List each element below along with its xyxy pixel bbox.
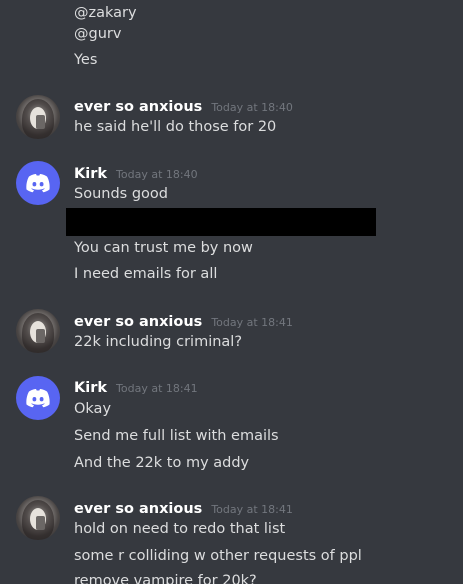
- message-timestamp: Today at 18:41: [116, 382, 198, 395]
- message-text: Yes: [74, 52, 98, 68]
- chat-message-list: @zakary @gurv Yes ever so anxious Today a…: [0, 0, 463, 584]
- message-text: Sounds good: [74, 186, 168, 202]
- author-name[interactable]: ever so anxious: [74, 99, 202, 115]
- user-avatar[interactable]: [16, 161, 60, 205]
- message-text: hold on need to redo that list: [74, 521, 286, 537]
- message-timestamp: Today at 18:40: [116, 168, 198, 181]
- user-avatar[interactable]: [16, 376, 60, 420]
- message-header: ever so anxious Today at 18:40: [74, 97, 293, 117]
- phone-icon: [36, 329, 45, 343]
- redaction-bar: [66, 208, 376, 236]
- user-avatar[interactable]: [16, 95, 60, 139]
- discord-logo-icon: [26, 174, 50, 193]
- message-header: ever so anxious Today at 18:41: [74, 499, 293, 519]
- author-name[interactable]: ever so anxious: [74, 314, 202, 330]
- message-header: ever so anxious Today at 18:41: [74, 312, 293, 332]
- phone-icon: [36, 115, 45, 129]
- message-text: You can trust me by now: [74, 240, 253, 256]
- message-text: Okay: [74, 401, 112, 417]
- message-timestamp: Today at 18:41: [211, 316, 293, 329]
- message-text: @zakary: [74, 5, 137, 21]
- message-text: Send me full list with emails: [74, 428, 279, 444]
- message-text: remove vampire for 20k?: [74, 573, 257, 584]
- message-header: Kirk Today at 18:41: [74, 378, 198, 398]
- message-header: Kirk Today at 18:40: [74, 164, 198, 184]
- message-text: @gurv: [74, 26, 122, 42]
- discord-logo-icon: [26, 389, 50, 408]
- phone-icon: [36, 516, 45, 530]
- user-avatar[interactable]: [16, 496, 60, 540]
- author-name[interactable]: Kirk: [74, 380, 107, 396]
- author-name[interactable]: Kirk: [74, 166, 107, 182]
- message-text: I need emails for all: [74, 266, 218, 282]
- message-text: some r colliding w other requests of ppl: [74, 548, 362, 564]
- message-text: And the 22k to my addy: [74, 455, 250, 471]
- author-name[interactable]: ever so anxious: [74, 501, 202, 517]
- user-avatar[interactable]: [16, 309, 60, 353]
- message-text: 22k including criminal?: [74, 334, 243, 350]
- message-timestamp: Today at 18:41: [211, 503, 293, 516]
- message-timestamp: Today at 18:40: [211, 101, 293, 114]
- message-text: he said he'll do those for 20: [74, 119, 277, 135]
